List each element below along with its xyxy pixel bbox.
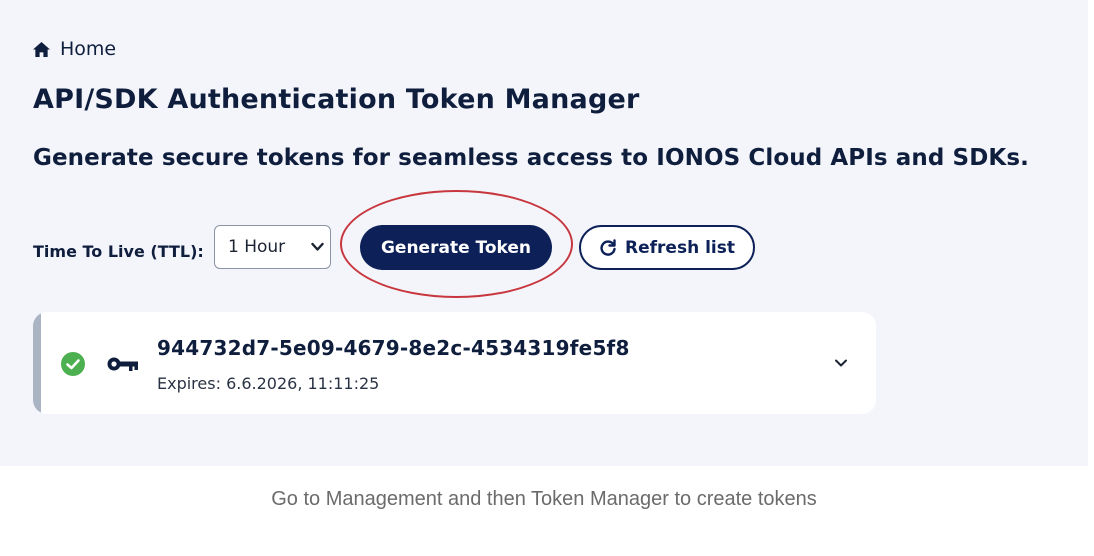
token-list-item[interactable]: 944732d7-5e09-4679-8e2c-4534319fe5f8 Exp…	[33, 312, 876, 414]
generate-token-label: Generate Token	[380, 237, 532, 258]
key-icon	[107, 357, 138, 371]
check-circle-icon	[61, 352, 85, 376]
token-id: 944732d7-5e09-4679-8e2c-4534319fe5f8	[157, 336, 630, 360]
breadcrumb[interactable]: Home	[32, 38, 116, 60]
token-card-accent-bar	[33, 312, 41, 414]
chevron-down-icon	[311, 242, 324, 251]
breadcrumb-home-label[interactable]: Home	[60, 38, 116, 60]
image-caption: Go to Management and then Token Manager …	[271, 488, 817, 510]
home-icon	[33, 41, 50, 57]
generate-token-button[interactable]: Generate Token	[360, 225, 552, 270]
page-title: API/SDK Authentication Token Manager	[33, 84, 640, 115]
ttl-selected-value: 1 Hour	[228, 237, 286, 257]
refresh-icon	[600, 238, 616, 256]
token-manager-panel: Home API/SDK Authentication Token Manage…	[0, 0, 1088, 466]
token-expiry: Expires: 6.6.2026, 11:11:25	[157, 374, 380, 393]
refresh-list-label: Refresh list	[625, 237, 735, 258]
ttl-select[interactable]: 1 Hour	[214, 225, 331, 269]
refresh-list-button[interactable]: Refresh list	[579, 225, 755, 270]
ttl-label: Time To Live (TTL):	[33, 242, 204, 261]
expand-chevron-icon[interactable]	[834, 358, 848, 368]
page-subtitle: Generate secure tokens for seamless acce…	[33, 145, 1029, 171]
